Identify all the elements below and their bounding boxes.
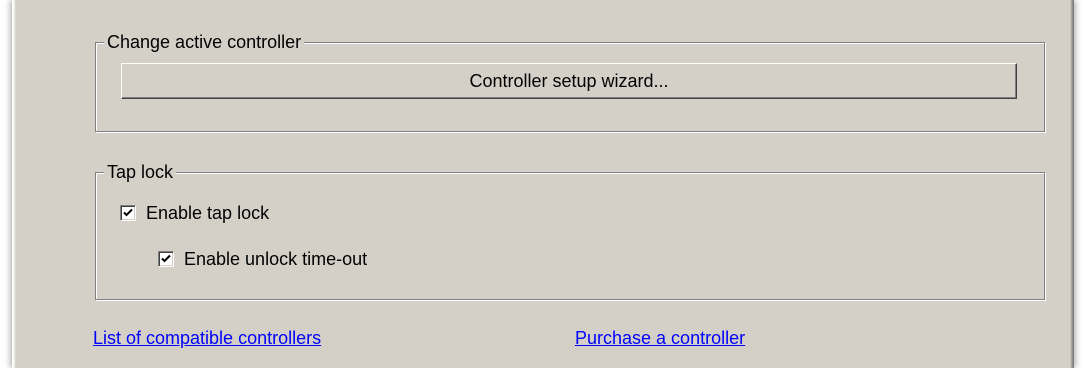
window-right-border bbox=[1070, 0, 1073, 368]
enable-unlock-timeout-checkbox[interactable] bbox=[158, 251, 174, 267]
compatible-controllers-link[interactable]: List of compatible controllers bbox=[93, 328, 321, 349]
controller-setup-wizard-button[interactable]: Controller setup wizard... bbox=[121, 63, 1017, 99]
purchase-controller-link[interactable]: Purchase a controller bbox=[575, 328, 745, 349]
tap-lock-group: Tap lock Enable tap lock Enable unlock t… bbox=[95, 161, 1045, 300]
change-active-controller-group: Change active controller Controller setu… bbox=[95, 31, 1045, 132]
tap-lock-title: Tap lock bbox=[104, 161, 177, 183]
enable-tap-lock-option[interactable]: Enable tap lock bbox=[120, 201, 269, 225]
checkmark-icon bbox=[161, 254, 171, 263]
enable-tap-lock-label: Enable tap lock bbox=[146, 202, 270, 223]
dialog-window: Change active controller Controller setu… bbox=[12, 0, 1074, 368]
enable-tap-lock-checkbox[interactable] bbox=[120, 205, 136, 221]
enable-unlock-timeout-label: Enable unlock time-out bbox=[184, 248, 368, 269]
change-active-controller-title: Change active controller bbox=[104, 31, 305, 53]
enable-unlock-timeout-option[interactable]: Enable unlock time-out bbox=[158, 247, 367, 271]
window-left-border bbox=[13, 0, 16, 368]
controller-setup-wizard-label: Controller setup wizard... bbox=[469, 70, 669, 91]
checkmark-icon bbox=[123, 208, 133, 217]
